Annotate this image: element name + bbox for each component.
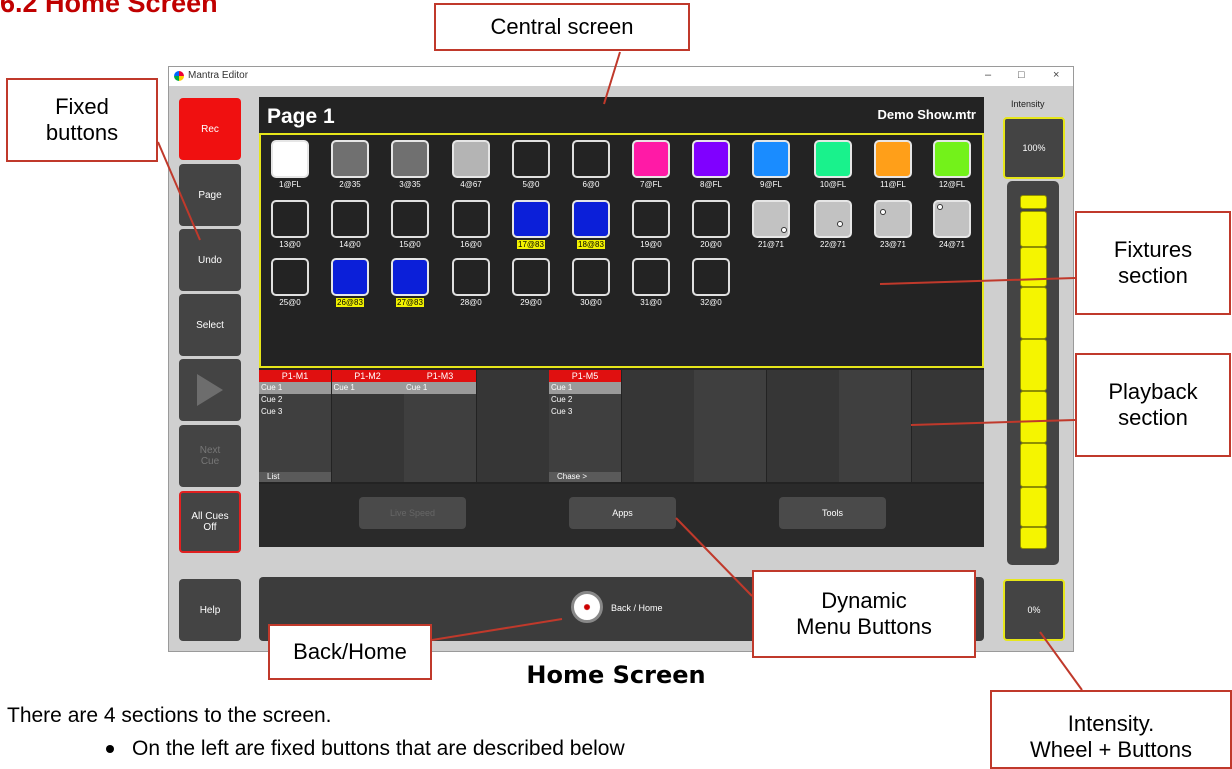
callout-fixed-buttons: Fixed buttons	[6, 78, 158, 162]
intro-text: There are 4 sections to the screen.	[7, 704, 332, 727]
callout-playback-section: Playback section	[1075, 353, 1231, 457]
bullet-item: On the left are fixed buttons that are d…	[132, 737, 625, 760]
figure-caption: Home Screen	[526, 661, 706, 689]
callout-central-screen: Central screen	[434, 3, 690, 51]
callout-dynamic-menu: Dynamic Menu Buttons	[752, 570, 976, 658]
callout-fixtures-section: Fixtures section	[1075, 211, 1231, 315]
bullet-icon	[106, 745, 114, 753]
callout-intensity: Intensity. Wheel + Buttons	[990, 690, 1232, 769]
callout-connectors	[157, 51, 1083, 691]
